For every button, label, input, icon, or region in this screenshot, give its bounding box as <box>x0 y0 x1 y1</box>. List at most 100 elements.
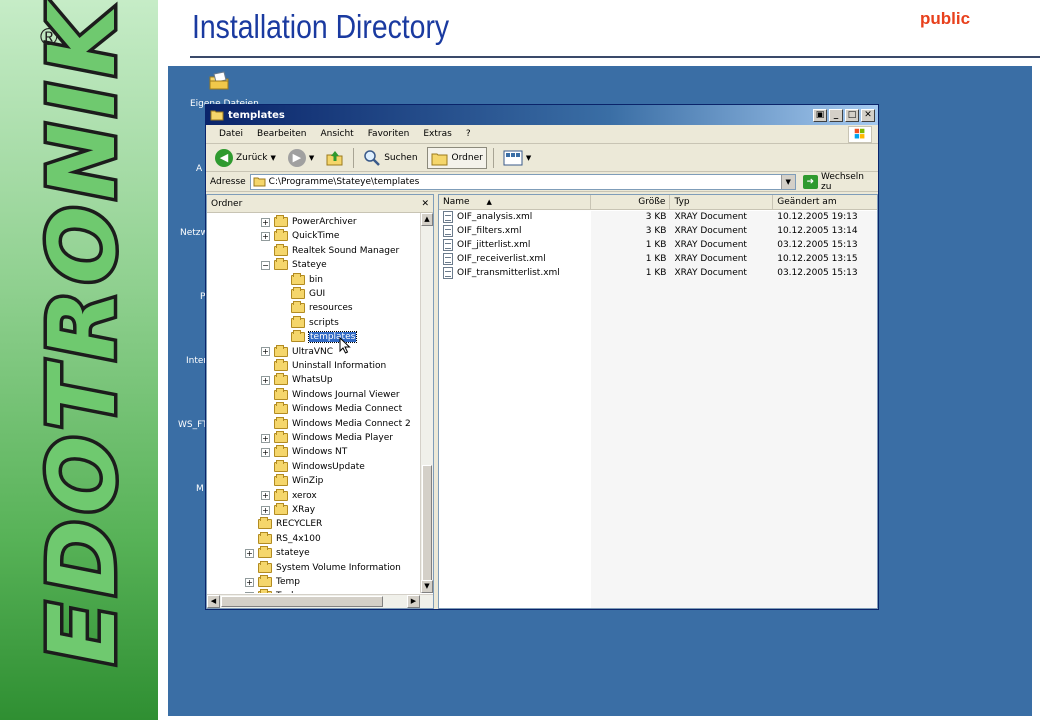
tree-item-label: Stateye <box>292 260 327 271</box>
menu-help[interactable]: ? <box>459 129 478 139</box>
tree-vertical-scrollbar[interactable]: ▲ ▼ <box>420 213 433 593</box>
desktop-label-internet[interactable]: Inter <box>186 356 207 366</box>
menu-ansicht[interactable]: Ansicht <box>313 129 360 139</box>
file-type: XRAY Document <box>674 226 747 236</box>
address-input[interactable]: C:\Programme\Stateye\templates ▼ <box>249 173 796 190</box>
minimize-button[interactable]: _ <box>829 108 843 122</box>
maximize-button[interactable]: □ <box>845 108 859 122</box>
tree-item[interactable]: GUI <box>291 287 325 301</box>
file-list: OIF_analysis.xml 3 KB XRAY Document 10.12.2… <box>439 210 877 280</box>
tree-item[interactable]: + PowerArchiver <box>261 215 357 229</box>
tree-item[interactable]: resources <box>291 301 353 315</box>
window-titlebar[interactable]: templates ▣ _ □ ✕ <box>206 105 878 125</box>
folders-button[interactable]: Ordner <box>426 146 487 169</box>
tree-item[interactable]: scripts <box>291 315 339 330</box>
close-button[interactable]: ✕ <box>861 108 875 122</box>
file-row[interactable]: OIF_transmitterlist.xml 1 KB XRAY Document… <box>439 266 877 280</box>
expand-icon[interactable]: + <box>261 217 270 227</box>
expand-icon[interactable]: + <box>261 375 270 385</box>
tree-item[interactable]: Uninstall Information <box>261 359 386 373</box>
tree-item[interactable]: Windows Media Connect 2 <box>261 416 411 431</box>
tree-item[interactable]: + xerox <box>261 488 317 503</box>
tree-item[interactable]: WindowsUpdate <box>261 459 365 474</box>
folder-icon <box>274 359 288 371</box>
column-header-name[interactable]: Name ▲ <box>439 195 591 209</box>
file-row[interactable]: OIF_analysis.xml 3 KB XRAY Document 10.12.2… <box>439 210 877 224</box>
tree-item[interactable]: bin <box>291 272 323 287</box>
column-header-type[interactable]: Typ <box>670 195 774 209</box>
tree-item[interactable]: − Stateye <box>261 258 327 272</box>
forward-button[interactable]: ▶ ▼ <box>285 147 317 169</box>
registered-mark: ® <box>40 24 58 51</box>
tree-item[interactable]: + Tools <box>245 589 298 593</box>
scroll-down-icon[interactable]: ▼ <box>421 580 433 593</box>
tree-item[interactable]: + Temp <box>245 575 300 589</box>
expand-icon[interactable]: + <box>245 591 254 593</box>
desktop-label-m[interactable]: M <box>196 484 204 494</box>
file-name-cell: OIF_analysis.xml <box>439 211 591 223</box>
tree-item[interactable]: + WhatsUp <box>261 373 333 387</box>
expand-icon[interactable]: + <box>245 548 254 558</box>
tree-scroll-thumb[interactable] <box>422 465 432 583</box>
restore-pane-button[interactable]: ▣ <box>813 108 827 122</box>
tree-item[interactable]: Windows Journal Viewer <box>261 387 400 402</box>
expand-icon[interactable]: + <box>261 433 270 443</box>
expand-icon[interactable]: + <box>245 577 254 587</box>
expand-icon[interactable]: + <box>261 347 270 357</box>
address-dropdown-icon[interactable]: ▼ <box>780 174 795 189</box>
file-row[interactable]: OIF_receiverlist.xml 1 KB XRAY Document 10.… <box>439 252 877 266</box>
file-row[interactable]: OIF_jitterlist.xml 1 KB XRAY Document 03.12… <box>439 238 877 252</box>
views-button[interactable]: ▼ <box>500 147 534 169</box>
tree-item-label: WinZip <box>292 476 324 487</box>
file-name: OIF_jitterlist.xml <box>457 240 531 250</box>
tree-item[interactable]: Windows Media Connect <box>261 402 402 416</box>
tree-item-label: bin <box>309 274 323 285</box>
windows-logo-icon <box>848 126 872 143</box>
tree-item[interactable]: + UltraVNC <box>261 344 333 359</box>
back-button[interactable]: ◀ Zurück ▼ <box>212 147 279 169</box>
expand-icon[interactable]: + <box>261 505 270 515</box>
tree-item[interactable]: RS_4x100 <box>245 531 321 546</box>
scroll-up-icon[interactable]: ▲ <box>421 213 433 226</box>
file-row[interactable]: OIF_filters.xml 3 KB XRAY Document 10.12.20… <box>439 224 877 238</box>
up-folder-button[interactable] <box>323 147 347 169</box>
address-bar: Adresse C:\Programme\Stateye\templates ▼… <box>206 172 878 192</box>
folder-icon <box>258 531 272 544</box>
menu-datei[interactable]: Datei <box>212 129 250 139</box>
column-header-modified[interactable]: Geändert am <box>773 195 877 209</box>
menu-bearbeiten[interactable]: Bearbeiten <box>250 129 313 139</box>
tree-item[interactable]: System Volume Information <box>245 560 401 575</box>
column-header-size[interactable]: Größe <box>591 195 671 209</box>
folder-icon <box>258 560 272 573</box>
tree-hscroll-thumb[interactable] <box>221 596 383 607</box>
desktop-label-a[interactable]: A <box>196 164 202 174</box>
tree-item[interactable]: + XRay <box>261 503 315 517</box>
desktop-label-ws-ftp[interactable]: WS_FT <box>178 420 208 430</box>
expand-icon[interactable]: + <box>261 447 270 457</box>
my-documents-icon[interactable] <box>208 70 230 92</box>
tree-item[interactable]: + Windows NT <box>261 445 347 459</box>
go-button[interactable]: ➜ Wechseln zu <box>800 172 878 192</box>
tree-item[interactable]: Realtek Sound Manager <box>261 243 399 258</box>
tree-item-label: XRay <box>292 505 316 515</box>
tree-item[interactable]: + stateye <box>245 546 310 560</box>
expand-icon[interactable]: + <box>261 491 270 501</box>
expand-icon[interactable]: + <box>261 231 270 241</box>
tree-item[interactable]: WinZip <box>261 474 323 488</box>
folder-tree-header: Ordner ✕ <box>207 195 433 213</box>
scroll-right-icon[interactable]: ▶ <box>407 595 420 608</box>
menu-extras[interactable]: Extras <box>416 129 458 139</box>
close-pane-icon[interactable]: ✕ <box>421 199 429 209</box>
tree-item[interactable]: + Windows Media Player <box>261 431 393 445</box>
tree-item[interactable]: RECYCLER <box>245 517 322 531</box>
search-button[interactable]: Suchen <box>360 147 420 169</box>
desktop-label-network[interactable]: Netzw <box>180 228 208 238</box>
folder-icon <box>253 177 266 187</box>
tree-horizontal-scrollbar[interactable]: ◀ ▶ <box>207 594 433 608</box>
tree-item[interactable]: + QuickTime <box>261 229 339 243</box>
folder-icon <box>291 330 305 343</box>
scroll-left-icon[interactable]: ◀ <box>207 595 220 608</box>
collapse-icon[interactable]: − <box>261 260 270 270</box>
folder-tree-pane: Ordner ✕ + PowerArchiver + QuickTime Realtek… <box>206 194 434 609</box>
menu-favoriten[interactable]: Favoriten <box>361 129 417 139</box>
